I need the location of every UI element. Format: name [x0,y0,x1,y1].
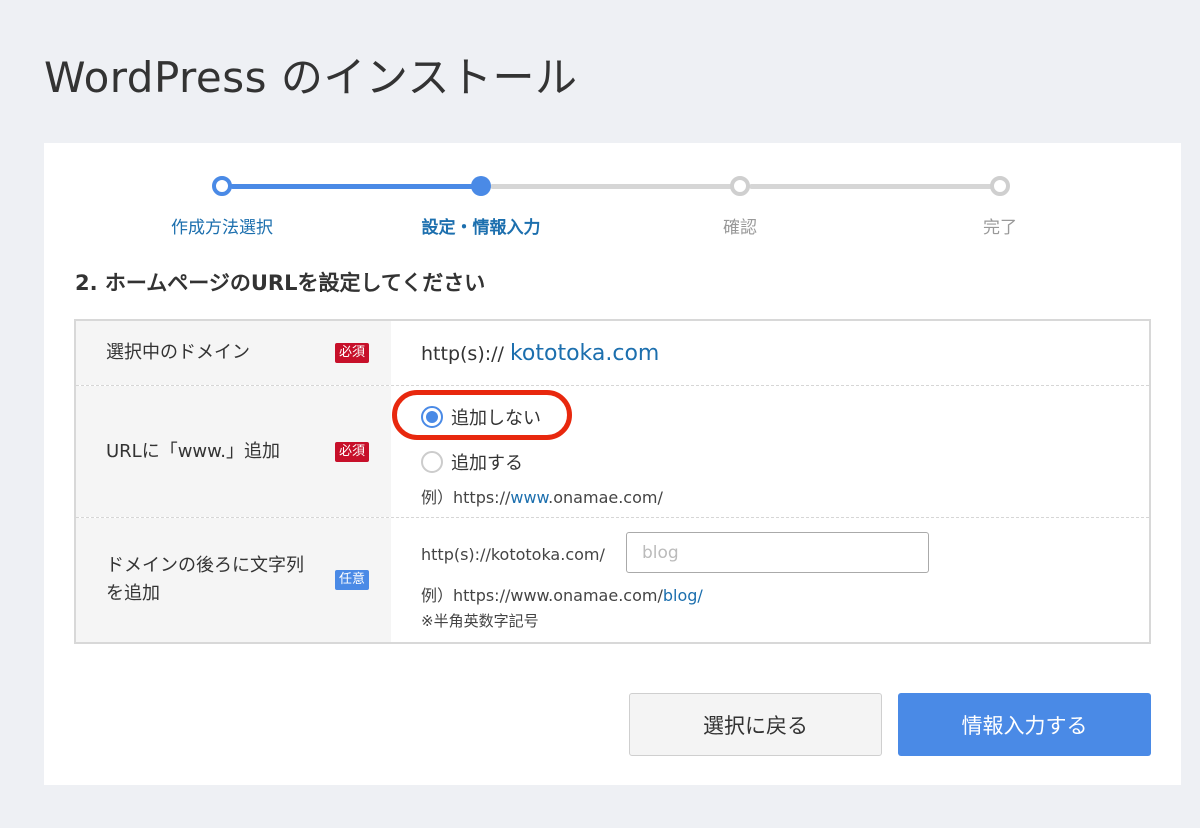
path-label-line2: を追加 [106,583,160,604]
radio-checked-icon[interactable] [421,406,443,428]
page-title: WordPress のインストール [44,53,578,102]
domain-name: kototoka.com [509,341,660,366]
www-label: URLに「www.」追加 [106,440,280,462]
next-button[interactable]: 情報入力する [898,693,1151,756]
example-prefix: 例）https://www.onamae.com/ [421,586,663,605]
row-label-cell: 選択中のドメイン 必須 [76,321,391,385]
step-connector-1 [230,184,482,189]
domain-prefix: http(s):// [421,343,504,365]
radio-label: 追加しない [451,408,541,429]
step-label-3: 確認 [723,218,757,238]
required-badge: 必須 [335,441,370,462]
example-highlight: blog/ [662,586,703,605]
form-row-www: URLに「www.」追加 必須 追加しない 追加する 例）https://www… [76,386,1149,518]
progress-stepper: 作成方法選択 設定・情報入力 確認 完了 [44,143,1181,253]
example-prefix: 例）https:// [421,488,511,507]
section-title: 2. ホームページのURLを設定してください [75,271,486,295]
row-value-cell: http(s)://kototoka.com/ 例）https://www.on… [391,518,1149,642]
path-label: ドメインの後ろに文字列 を追加 [106,552,326,608]
step-dot-2 [471,176,491,196]
selected-domain: http(s)://kototoka.com [421,341,659,366]
step-connector-3 [749,184,1001,189]
radio-add-www[interactable]: 追加する [421,449,523,475]
path-prefix: http(s)://kototoka.com/ [421,545,605,564]
www-example: 例）https://www.onamae.com/ [421,484,663,508]
radio-no-www[interactable]: 追加しない [421,404,541,430]
path-label-line1: ドメインの後ろに文字列 [106,555,304,576]
radio-label: 追加する [451,453,523,474]
row-value-cell: 追加しない 追加する 例）https://www.onamae.com/ [391,386,1149,517]
radio-unchecked-icon[interactable] [421,451,443,473]
required-badge: 必須 [335,343,370,363]
domain-label: 選択中のドメイン [106,342,250,363]
example-suffix: .onamae.com/ [548,488,663,507]
path-example: 例）https://www.onamae.com/blog/ [421,582,703,606]
path-input[interactable] [626,532,929,573]
step-dot-3 [730,176,750,196]
form-row-path: ドメインの後ろに文字列 を追加 任意 http(s)://kototoka.co… [76,518,1149,642]
row-label-cell: ドメインの後ろに文字列 を追加 任意 [76,518,391,642]
url-settings-form: 選択中のドメイン 必須 http(s)://kototoka.com URLに「… [74,319,1151,644]
step-dot-1 [212,176,232,196]
install-card: 作成方法選択 設定・情報入力 確認 完了 2. ホームページのURLを設定してく… [44,143,1181,785]
step-label-2: 設定・情報入力 [421,218,541,238]
step-label-4: 完了 [983,218,1017,238]
row-value-cell: http(s)://kototoka.com [391,321,1149,385]
form-row-domain: 選択中のドメイン 必須 http(s)://kototoka.com [76,321,1149,386]
example-highlight: www [510,488,549,507]
row-label-cell: URLに「www.」追加 必須 [76,386,391,517]
step-connector-2 [490,184,742,189]
step-label-1: 作成方法選択 [171,218,273,238]
optional-badge: 任意 [335,570,370,590]
input-note: ※半角英数字記号 [421,612,539,630]
back-button[interactable]: 選択に戻る [629,693,882,756]
step-dot-4 [990,176,1010,196]
